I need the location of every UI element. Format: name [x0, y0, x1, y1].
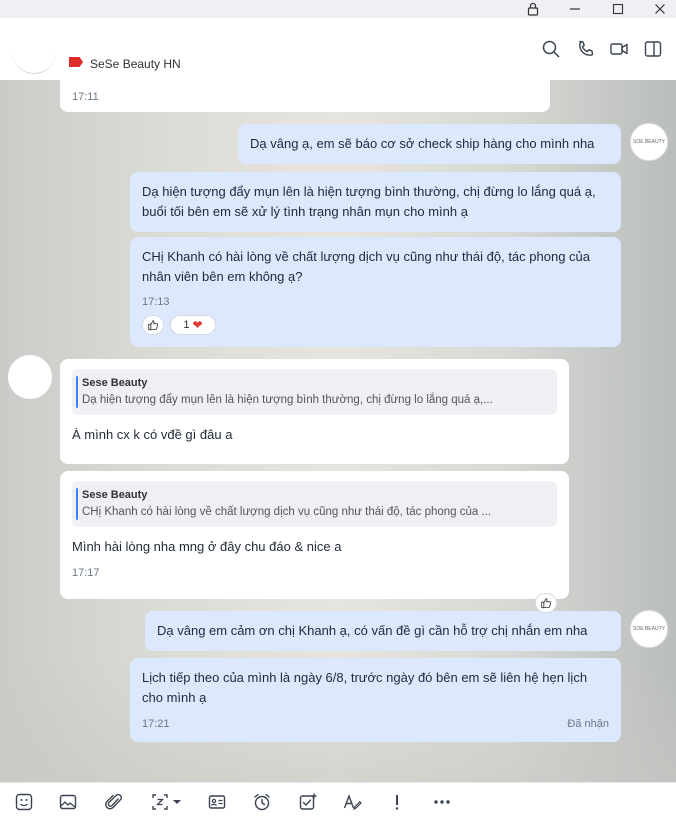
contact-card-icon[interactable]	[205, 791, 229, 813]
search-icon[interactable]	[540, 38, 562, 60]
quoted-message[interactable]: Sese Beauty Dạ hiện tượng đẩy mụn lên là…	[72, 369, 557, 415]
message-bubble[interactable]: 17:11	[60, 80, 550, 112]
reaction-count-value: 1	[183, 319, 190, 331]
message-time: 17:17	[72, 567, 100, 579]
maximize-icon[interactable]	[603, 0, 633, 18]
composer-toolbar	[0, 782, 676, 819]
reaction-count[interactable]: 1 ❤	[170, 315, 216, 335]
message-time: 17:21	[142, 718, 170, 730]
avatar-logo-text: SOE BEAUTY	[633, 139, 665, 145]
quoted-sender: Sese Beauty	[82, 489, 148, 501]
message-bubble[interactable]: Dạ vâng ạ, em sẽ báo cơ sở check ship hà…	[238, 124, 621, 164]
quoted-text: Dạ hiện tượng đẩy mụn lên là hiện tượng …	[82, 394, 493, 406]
message-text: À mình cx k có vđề gì đâu a	[72, 427, 233, 442]
message-bubble[interactable]: Sese Beauty CHị Khanh có hài lòng về chấ…	[60, 471, 569, 599]
contact-avatar[interactable]	[8, 355, 52, 399]
delivery-status: Đã nhận	[567, 718, 609, 730]
contact-name[interactable]: SeSe Beauty HN	[90, 57, 181, 71]
message-bubble[interactable]: Lịch tiếp theo của mình là ngày 6/8, trư…	[130, 658, 621, 742]
like-reaction-button[interactable]	[142, 315, 164, 335]
label-tag-icon	[69, 57, 83, 67]
reminder-alarm-icon[interactable]	[250, 791, 274, 813]
text-format-icon[interactable]	[340, 791, 364, 813]
chat-messages[interactable]: 17:11 Dạ vâng ạ, em sẽ báo cơ sở check s…	[0, 80, 676, 782]
chat-header: SeSe Beauty HN	[0, 18, 676, 80]
screenshot-icon[interactable]	[146, 791, 186, 813]
message-bubble[interactable]: Dạ vâng em cảm ơn chị Khanh ạ, có vấn đề…	[145, 611, 621, 651]
message-bubble[interactable]: Sese Beauty Dạ hiện tượng đẩy mụn lên là…	[60, 359, 569, 464]
avatar[interactable]	[12, 30, 56, 74]
video-call-icon[interactable]	[608, 38, 630, 60]
message-text: Dạ hiện tượng đẩy mụn lên là hiện tượng …	[142, 184, 596, 219]
important-mark-icon[interactable]	[385, 791, 409, 813]
quoted-text: CHị Khanh có hài lòng về chất lượng dịch…	[82, 506, 492, 518]
task-checkbox-icon[interactable]	[296, 791, 320, 813]
thumbs-up-icon	[148, 320, 159, 331]
message-text: Dạ vâng em cảm ơn chị Khanh ạ, có vấn đề…	[157, 623, 588, 638]
quoted-message[interactable]: Sese Beauty CHị Khanh có hài lòng về chấ…	[72, 481, 557, 527]
sticker-icon[interactable]	[12, 791, 36, 813]
message-time: 17:11	[72, 91, 99, 103]
thumbs-up-icon	[541, 598, 552, 609]
title-bar	[0, 0, 676, 18]
attachment-icon[interactable]	[102, 791, 126, 813]
image-icon[interactable]	[56, 791, 80, 813]
more-options-icon[interactable]	[430, 791, 454, 813]
minimize-icon[interactable]	[560, 0, 590, 18]
lock-icon[interactable]	[518, 0, 548, 18]
sender-avatar[interactable]: SOE BEAUTY	[630, 123, 668, 161]
avatar-logo-text: SOE BEAUTY	[633, 626, 665, 632]
message-bubble[interactable]: Dạ hiện tượng đẩy mụn lên là hiện tượng …	[130, 172, 621, 232]
quoted-sender: Sese Beauty	[82, 377, 148, 389]
message-bubble[interactable]: CHị Khanh có hài lòng về chất lượng dịch…	[130, 237, 621, 347]
message-text: Lịch tiếp theo của mình là ngày 6/8, trư…	[142, 670, 588, 705]
phone-icon[interactable]	[575, 38, 597, 60]
message-text: Dạ vâng ạ, em sẽ báo cơ sở check ship hà…	[250, 136, 595, 151]
like-reaction-button[interactable]	[535, 593, 557, 613]
heart-icon: ❤	[192, 318, 203, 332]
message-time: 17:13	[142, 296, 170, 308]
message-text: Mình hài lòng nha mng ở đây chu đáo & ni…	[72, 539, 342, 554]
sidebar-toggle-icon[interactable]	[642, 38, 664, 60]
message-text: CHị Khanh có hài lòng về chất lượng dịch…	[142, 249, 590, 284]
sender-avatar[interactable]: SOE BEAUTY	[630, 610, 668, 648]
close-icon[interactable]	[645, 0, 675, 18]
chevron-down-icon	[173, 800, 181, 804]
